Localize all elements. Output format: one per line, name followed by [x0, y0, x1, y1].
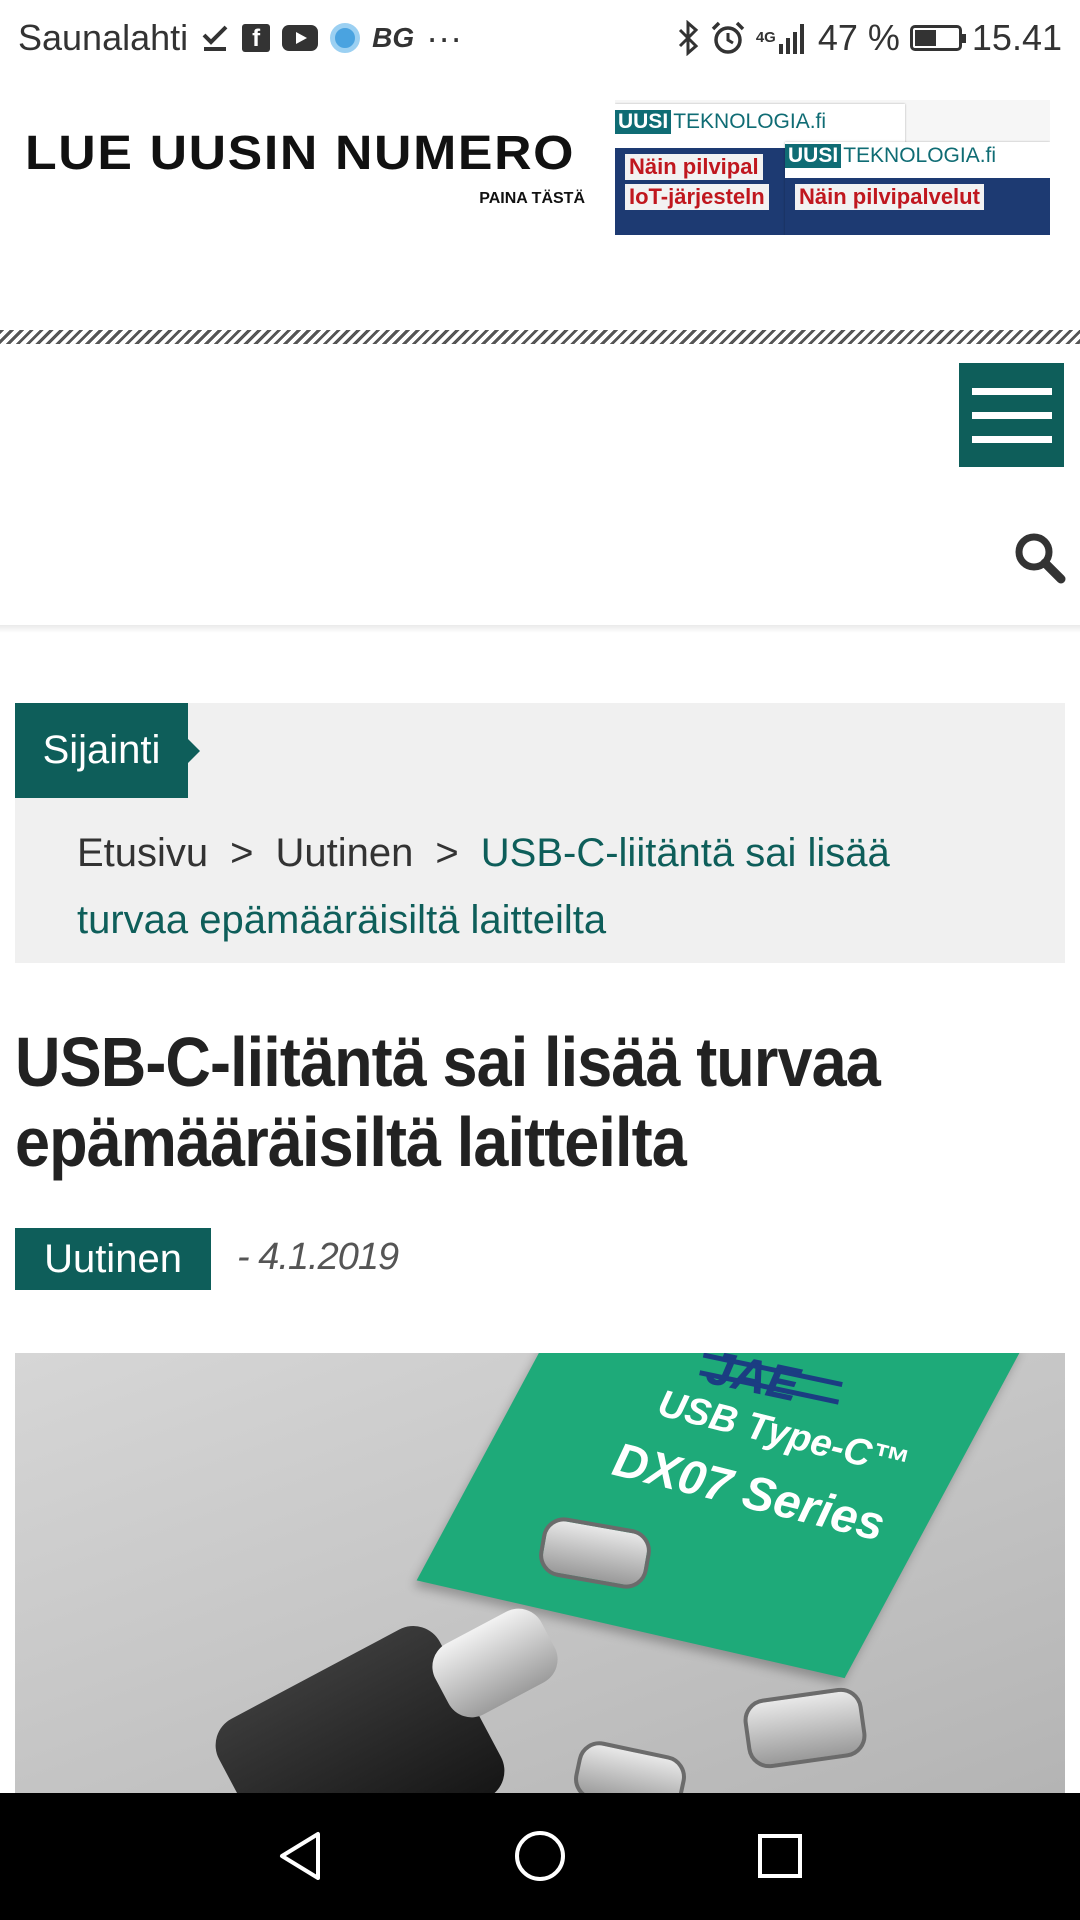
youtube-icon — [282, 24, 319, 51]
breadcrumb-separator: > — [435, 831, 459, 875]
search-icon — [1015, 533, 1066, 584]
clock: 15.41 — [971, 16, 1062, 58]
alarm-icon — [710, 20, 746, 56]
banner-subtitle: PAINA TÄSTÄ — [479, 190, 585, 207]
banner-text-area: LUE UUSIN NUMERO PAINA TÄSTÄ — [15, 100, 595, 235]
home-button[interactable] — [505, 1821, 575, 1891]
issue-banner-ad[interactable]: LUE UUSIN NUMERO PAINA TÄSTÄ UUSI TEKNOL… — [15, 100, 1050, 235]
magazine-covers: UUSI TEKNOLOGIA.fi Näin pilvipal IoT-jär… — [615, 100, 1050, 235]
signal-icon: 4G — [756, 22, 808, 54]
masthead-teknologia: TEKNOLOGIA.fi — [843, 144, 997, 167]
hamburger-menu-icon — [971, 411, 1052, 419]
network-type-label: 4G — [755, 29, 776, 46]
breadcrumb: Sijainti Etusivu > Uutinen > USB-C-liitäntä … — [15, 703, 1065, 963]
masthead-uusi: UUSI — [785, 144, 842, 168]
search-button[interactable] — [1012, 530, 1068, 586]
status-left: Saunalahti f BG ··· — [18, 17, 462, 59]
status-right: 4G 47 % 15.41 — [676, 17, 1062, 59]
hamburger-menu-icon — [971, 387, 1052, 395]
cover-headline: Näin pilvipalvelut — [795, 184, 984, 210]
magazine-masthead: UUSI TEKNOLOGIA.fi — [785, 144, 996, 168]
breadcrumb-section-link[interactable]: Uutinen — [276, 831, 414, 875]
battery-percent: 47 % — [817, 16, 900, 58]
facebook-icon: f — [242, 23, 271, 52]
home-circle-icon — [515, 1831, 565, 1881]
back-triangle-icon — [280, 1832, 320, 1880]
post-date: - 4.1.2019 — [237, 1236, 399, 1278]
magazine-masthead: UUSI TEKNOLOGIA.fi — [615, 110, 826, 134]
app-circle-icon — [330, 22, 361, 53]
breadcrumb-separator: > — [230, 831, 254, 875]
menu-button[interactable] — [959, 363, 1064, 467]
cover-headline: Näin pilvipal — [625, 154, 763, 180]
cover-image: Näin pilvipalvelut — [785, 178, 1050, 235]
masthead-uusi: UUSI — [615, 110, 672, 134]
usb-c-receptacle — [740, 1684, 870, 1772]
system-nav-bar — [0, 1793, 1080, 1920]
battery-icon — [909, 24, 966, 51]
banner-title: LUE UUSIN NUMERO — [25, 127, 576, 180]
back-button[interactable] — [265, 1821, 335, 1891]
magazine-cover-front: UUSI TEKNOLOGIA.fi Näin pilvipalvelut — [785, 142, 1050, 235]
usb-c-receptacle — [569, 1737, 691, 1793]
recents-square-icon — [758, 1834, 802, 1878]
breadcrumb-path: Etusivu > Uutinen > USB-C-liitäntä sai lisää… — [77, 820, 937, 954]
carrier-name: Saunalahti — [18, 16, 189, 58]
download-done-icon — [200, 23, 230, 53]
header-divider — [0, 330, 1080, 344]
bg-notification-label: BG — [372, 21, 415, 53]
header-shadow — [0, 625, 1080, 633]
article-hero-image: JAE USB Type-C™ DX07 Series — [15, 1353, 1065, 1793]
recents-button[interactable] — [745, 1821, 815, 1891]
category-badge[interactable]: Uutinen — [15, 1228, 211, 1290]
article-title: USB-C-liitäntä sai lisää turvaa epämäärä… — [15, 1023, 881, 1181]
masthead-teknologia: TEKNOLOGIA.fi — [673, 110, 827, 133]
bluetooth-icon — [676, 19, 700, 56]
breadcrumb-home-link[interactable]: Etusivu — [77, 831, 208, 875]
breadcrumb-label: Sijainti — [15, 703, 200, 798]
hamburger-menu-icon — [971, 435, 1052, 443]
status-bar: Saunalahti f BG ··· 4G 47 % 15.41 — [0, 0, 1080, 75]
cover-headline: IoT-järjesteln — [625, 184, 769, 210]
more-notifications-icon: ··· — [426, 16, 463, 58]
